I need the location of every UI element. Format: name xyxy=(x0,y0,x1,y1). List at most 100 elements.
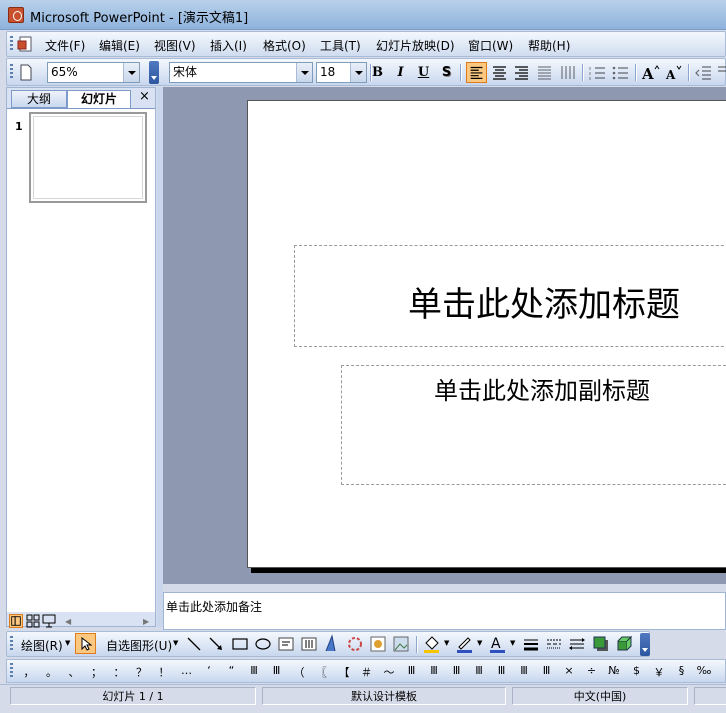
text-shadow-button[interactable]: S xyxy=(436,62,457,83)
symbol-button[interactable]: Ⅲ xyxy=(492,664,512,677)
symbol-button[interactable]: ‘ xyxy=(199,664,219,677)
tab-outline[interactable]: 大纲 xyxy=(11,90,67,108)
symbol-button[interactable]: ？ xyxy=(132,664,152,680)
symbol-button[interactable]: Ⅲ xyxy=(402,664,422,677)
chevron-down-icon[interactable]: ▼ xyxy=(173,639,178,647)
symbol-button[interactable]: Ⅲ xyxy=(244,664,264,677)
slide-thumbnail[interactable] xyxy=(29,112,147,203)
menu-view[interactable]: 视图(V) xyxy=(154,37,196,54)
wordart-icon[interactable] xyxy=(323,634,341,653)
status-design-template[interactable]: 默认设计模板 xyxy=(262,687,506,705)
close-pane-icon[interactable]: × xyxy=(139,89,150,104)
3d-style-icon[interactable] xyxy=(615,635,633,653)
numbered-list-icon[interactable] xyxy=(587,62,608,83)
font-name-combo[interactable]: 宋体 xyxy=(169,62,313,83)
align-left-icon[interactable] xyxy=(466,62,487,83)
subtitle-placeholder-text[interactable]: 单击此处添加副标题 xyxy=(434,371,650,406)
zoom-combo[interactable]: 65% xyxy=(47,62,140,83)
rectangle-tool-icon[interactable] xyxy=(231,635,249,653)
symbol-button[interactable]: （ xyxy=(289,664,309,680)
symbol-button[interactable]: “ xyxy=(222,664,242,677)
symbol-button[interactable]: ￥ xyxy=(649,664,669,680)
menu-insert[interactable]: 插入(I) xyxy=(210,37,247,54)
chevron-down-icon[interactable] xyxy=(123,63,139,82)
italic-button[interactable]: I xyxy=(390,62,411,83)
autoshapes-menu-button[interactable]: 自选图形(U) xyxy=(106,637,172,654)
symbol-button[interactable]: 、 xyxy=(64,664,84,680)
text-direction-icon[interactable] xyxy=(557,62,578,83)
symbol-button[interactable]: ÷ xyxy=(582,664,602,677)
insert-picture-icon[interactable] xyxy=(392,635,410,653)
slide-sorter-view-icon[interactable] xyxy=(26,614,40,628)
symbol-button[interactable]: Ⅲ xyxy=(447,664,467,677)
increase-indent-icon[interactable] xyxy=(715,62,726,83)
diagram-icon[interactable] xyxy=(346,635,364,653)
toolbar-grip[interactable] xyxy=(10,663,13,679)
powerpoint-app-icon[interactable] xyxy=(8,7,24,23)
symbol-button[interactable]: Ⅲ xyxy=(469,664,489,677)
menu-window[interactable]: 窗口(W) xyxy=(468,37,513,54)
menu-slideshow[interactable]: 幻灯片放映(D) xyxy=(376,37,455,54)
symbol-button[interactable]: ！ xyxy=(154,664,174,680)
toolbar-options-chevron[interactable] xyxy=(149,61,159,84)
decrease-indent-icon[interactable] xyxy=(693,62,714,83)
notes-placeholder-text[interactable]: 单击此处添加备注 xyxy=(166,598,262,615)
chevron-down-icon[interactable] xyxy=(296,63,312,82)
symbol-button[interactable]: № xyxy=(604,664,624,677)
symbol-button[interactable]: ‰ xyxy=(694,664,714,677)
chevron-down-icon[interactable]: ▼ xyxy=(477,639,482,647)
symbol-button[interactable]: Ⅲ xyxy=(424,664,444,677)
normal-view-icon[interactable] xyxy=(9,614,23,628)
title-placeholder-text[interactable]: 单击此处添加标题 xyxy=(408,277,680,326)
menu-help[interactable]: 帮助(H) xyxy=(528,37,570,54)
toolbar-options-chevron[interactable] xyxy=(640,633,650,656)
increase-font-size-icon[interactable]: A xyxy=(640,62,661,83)
symbol-button[interactable]: ～ xyxy=(379,664,399,680)
line-tool-icon[interactable] xyxy=(185,635,203,653)
symbol-button[interactable]: ＃ xyxy=(357,664,377,680)
new-document-icon[interactable] xyxy=(17,63,35,82)
symbol-button[interactable]: Ⅲ xyxy=(514,664,534,677)
underline-button[interactable]: U xyxy=(413,62,434,83)
title-bar[interactable]: Microsoft PowerPoint - [演示文稿1] xyxy=(0,0,726,30)
menu-format[interactable]: 格式(O) xyxy=(263,37,306,54)
line-style-icon[interactable] xyxy=(522,635,540,653)
chevron-down-icon[interactable]: ▼ xyxy=(65,639,70,647)
chevron-down-icon[interactable]: ▼ xyxy=(444,639,449,647)
symbol-button[interactable]: × xyxy=(559,664,579,677)
scroll-left-icon[interactable]: ◀ xyxy=(65,617,71,626)
symbol-button[interactable]: ； xyxy=(87,664,107,680)
vertical-text-box-icon[interactable] xyxy=(300,635,318,653)
align-right-icon[interactable] xyxy=(511,62,532,83)
symbol-button[interactable]: Ⅲ xyxy=(537,664,557,677)
select-objects-button[interactable] xyxy=(75,633,96,654)
font-size-combo[interactable]: 18 xyxy=(316,62,367,83)
slide-show-view-icon[interactable] xyxy=(42,614,56,628)
menu-bar-grip[interactable] xyxy=(10,36,13,52)
bold-button[interactable]: B xyxy=(367,62,388,83)
symbol-button[interactable]: $ xyxy=(627,664,647,677)
distribute-icon[interactable] xyxy=(534,62,555,83)
decrease-font-size-icon[interactable]: A xyxy=(663,62,684,83)
draw-menu-button[interactable]: 绘图(R) xyxy=(21,637,63,654)
oval-tool-icon[interactable] xyxy=(254,635,272,653)
bullet-list-icon[interactable] xyxy=(610,62,631,83)
fill-color-icon[interactable] xyxy=(422,634,442,654)
menu-tools[interactable]: 工具(T) xyxy=(320,37,361,54)
symbol-button[interactable]: 。 xyxy=(42,664,62,680)
symbol-button[interactable]: ： xyxy=(109,664,129,680)
arrow-tool-icon[interactable] xyxy=(207,635,225,653)
document-menu-icon[interactable] xyxy=(17,36,35,53)
scroll-right-icon[interactable]: ▶ xyxy=(143,617,149,626)
shadow-style-icon[interactable] xyxy=(592,635,610,653)
toolbar-grip[interactable] xyxy=(10,64,13,80)
line-color-icon[interactable] xyxy=(455,634,475,654)
toolbar-grip[interactable] xyxy=(10,636,13,652)
chevron-down-icon[interactable] xyxy=(350,63,366,82)
symbol-button[interactable]: … xyxy=(177,664,197,677)
dash-style-icon[interactable] xyxy=(545,635,563,653)
clip-art-icon[interactable] xyxy=(369,635,387,653)
symbol-button[interactable]: ， xyxy=(19,664,39,680)
arrow-style-icon[interactable] xyxy=(568,635,586,653)
text-box-icon[interactable] xyxy=(277,635,295,653)
